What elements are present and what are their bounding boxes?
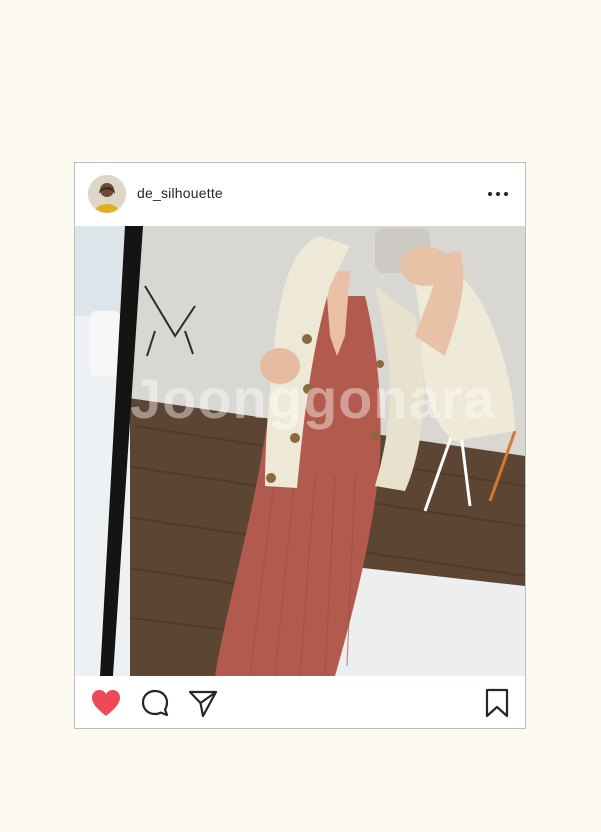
username[interactable]: de_silhouette	[137, 185, 223, 201]
post-actions	[75, 676, 525, 728]
post-header: de_silhouette	[75, 163, 525, 226]
heart-icon	[92, 690, 120, 716]
avatar-image	[88, 175, 126, 213]
post-photo[interactable]: Joonggonara	[75, 226, 525, 676]
share-button[interactable]	[187, 688, 219, 718]
paper-plane-icon	[188, 690, 218, 718]
comment-icon	[141, 689, 169, 717]
comment-button[interactable]	[140, 688, 172, 718]
bookmark-icon	[485, 688, 509, 718]
instagram-post: de_silhouette Joonggonara	[74, 162, 526, 729]
photo-illustration	[75, 226, 525, 676]
more-options-icon[interactable]	[485, 185, 511, 203]
avatar[interactable]	[88, 175, 126, 213]
watermark-text: Joonggonara	[130, 367, 496, 430]
like-button[interactable]	[90, 688, 122, 718]
save-button[interactable]	[481, 688, 513, 718]
